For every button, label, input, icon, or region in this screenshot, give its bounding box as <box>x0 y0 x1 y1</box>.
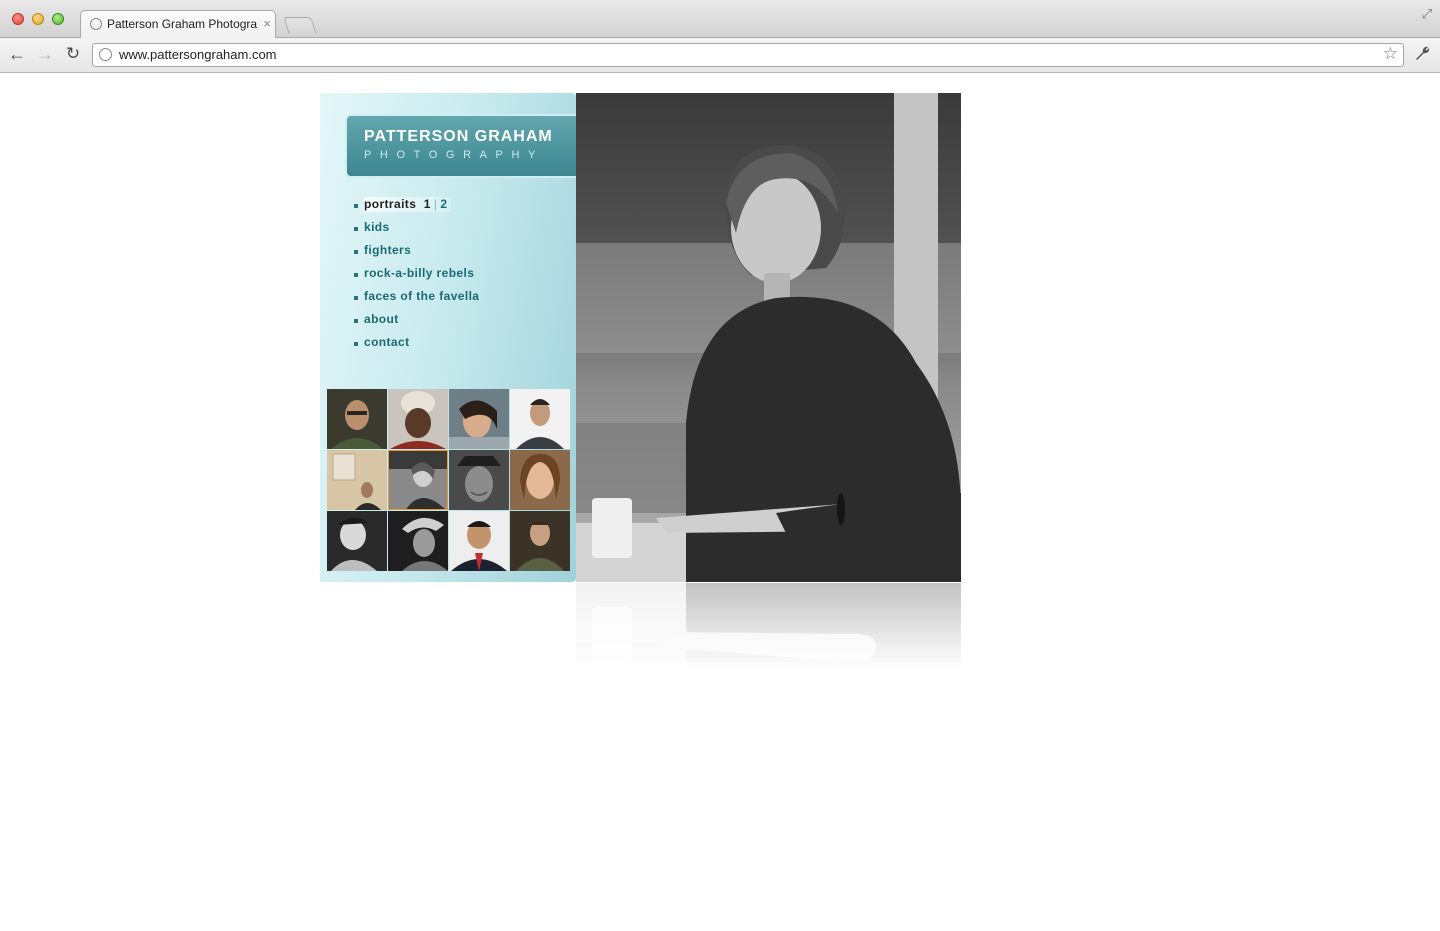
portrait-thumbnail[interactable] <box>510 511 570 571</box>
nav-label[interactable]: kids <box>364 220 390 234</box>
portrait-thumbnail[interactable] <box>449 389 509 449</box>
thumbnail-grid <box>327 389 570 571</box>
portrait-thumbnail[interactable] <box>510 389 570 449</box>
featured-portrait-photo <box>576 93 961 582</box>
bullet-icon <box>354 250 358 254</box>
reload-icon[interactable]: ↻ <box>62 43 84 65</box>
forward-arrow-icon[interactable]: → <box>34 43 56 65</box>
portrait-thumbnail[interactable] <box>388 511 448 571</box>
bullet-icon <box>354 204 358 208</box>
nav-label[interactable]: about <box>364 312 399 326</box>
bullet-icon <box>354 227 358 231</box>
address-bar-url[interactable]: www.pattersongraham.com <box>119 47 277 62</box>
bullet-icon <box>354 273 358 277</box>
globe-icon <box>99 48 112 61</box>
nav-label[interactable]: fighters <box>364 243 411 257</box>
portrait-thumbnail[interactable] <box>510 450 570 510</box>
site-logo[interactable]: PATTERSON GRAHAM PHOTOGRAPHY <box>345 114 577 178</box>
globe-icon <box>90 18 102 30</box>
tab-close-icon[interactable]: × <box>263 16 271 31</box>
window-minimize-button[interactable] <box>32 13 44 25</box>
bookmark-star-icon[interactable]: ☆ <box>1383 44 1398 64</box>
address-bar[interactable]: www.pattersongraham.com ☆ <box>92 43 1404 67</box>
browser-toolbar: ← → ↻ www.pattersongraham.com ☆ <box>0 38 1440 73</box>
back-arrow-icon[interactable]: ← <box>6 43 28 65</box>
nav-label[interactable]: portraits <box>364 197 416 211</box>
page-1-link[interactable]: 1 <box>424 197 431 211</box>
page-separator: | <box>433 197 438 211</box>
window-zoom-button[interactable] <box>52 13 64 25</box>
nav-item-portraits-label: portraits 1 | 2 <box>364 197 452 212</box>
portrait-thumbnail[interactable] <box>327 450 387 510</box>
wrench-menu-icon[interactable] <box>1414 45 1430 66</box>
portrait-thumbnail[interactable] <box>388 389 448 449</box>
tab-title: Patterson Graham Photograp <box>107 17 257 31</box>
logo-subtitle: PHOTOGRAPHY <box>364 149 544 161</box>
portrait-thumbnail[interactable] <box>327 389 387 449</box>
bullet-icon <box>354 296 358 300</box>
nav-label[interactable]: rock-a-billy rebels <box>364 266 474 280</box>
new-tab-button[interactable] <box>283 17 317 34</box>
browser-titlebar: Patterson Graham Photograp × ⤢ <box>0 0 1440 38</box>
nav-label[interactable]: contact <box>364 335 409 349</box>
page-2-link[interactable]: 2 <box>440 197 447 211</box>
photo-reflection <box>576 583 961 673</box>
logo-title: PATTERSON GRAHAM <box>364 128 553 145</box>
bullet-icon <box>354 342 358 346</box>
browser-tab[interactable]: Patterson Graham Photograp × <box>80 10 276 38</box>
nav-label[interactable]: faces of the favella <box>364 289 479 303</box>
bullet-icon <box>354 319 358 323</box>
reflection-fade <box>576 583 961 673</box>
fullscreen-icon[interactable]: ⤢ <box>1422 6 1432 22</box>
portrait-thumbnail[interactable] <box>449 511 509 571</box>
portrait-thumbnail-selected[interactable] <box>388 450 448 510</box>
portrait-thumbnail[interactable] <box>449 450 509 510</box>
portrait-thumbnail[interactable] <box>327 511 387 571</box>
window-close-button[interactable] <box>12 13 24 25</box>
